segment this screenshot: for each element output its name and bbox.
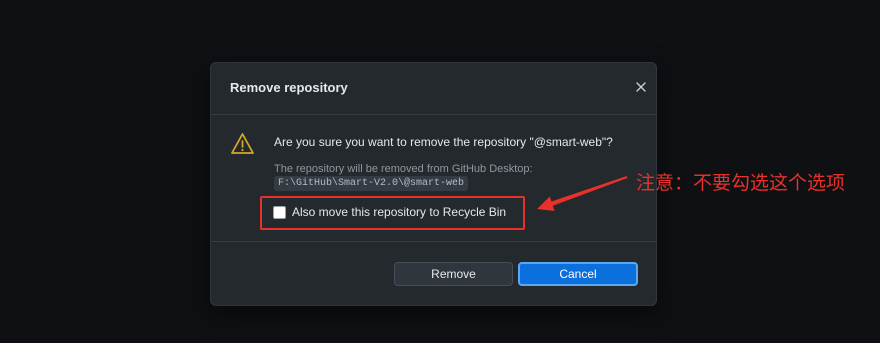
annotation-note: 注意：不要勾选这个选项 <box>636 172 846 194</box>
remove-repository-dialog: Remove repository Are you sure you want … <box>210 62 657 306</box>
move-to-recycle-bin-checkbox[interactable] <box>273 206 286 219</box>
warning-icon <box>230 132 255 155</box>
remove-button[interactable]: Remove <box>394 262 513 286</box>
close-icon[interactable] <box>634 80 648 94</box>
footer-divider <box>211 241 656 242</box>
confirmation-message: Are you sure you want to remove the repo… <box>274 135 613 149</box>
dialog-title: Remove repository <box>230 80 348 95</box>
dialog-header: Remove repository <box>211 63 656 115</box>
repository-path: F:\GitHub\Smart-V2.0\@smart-web <box>274 176 469 191</box>
move-to-recycle-bin-label[interactable]: Also move this repository to Recycle Bin <box>292 205 506 220</box>
cancel-button[interactable]: Cancel <box>518 262 638 286</box>
removal-detail: The repository will be removed from GitH… <box>274 163 533 175</box>
